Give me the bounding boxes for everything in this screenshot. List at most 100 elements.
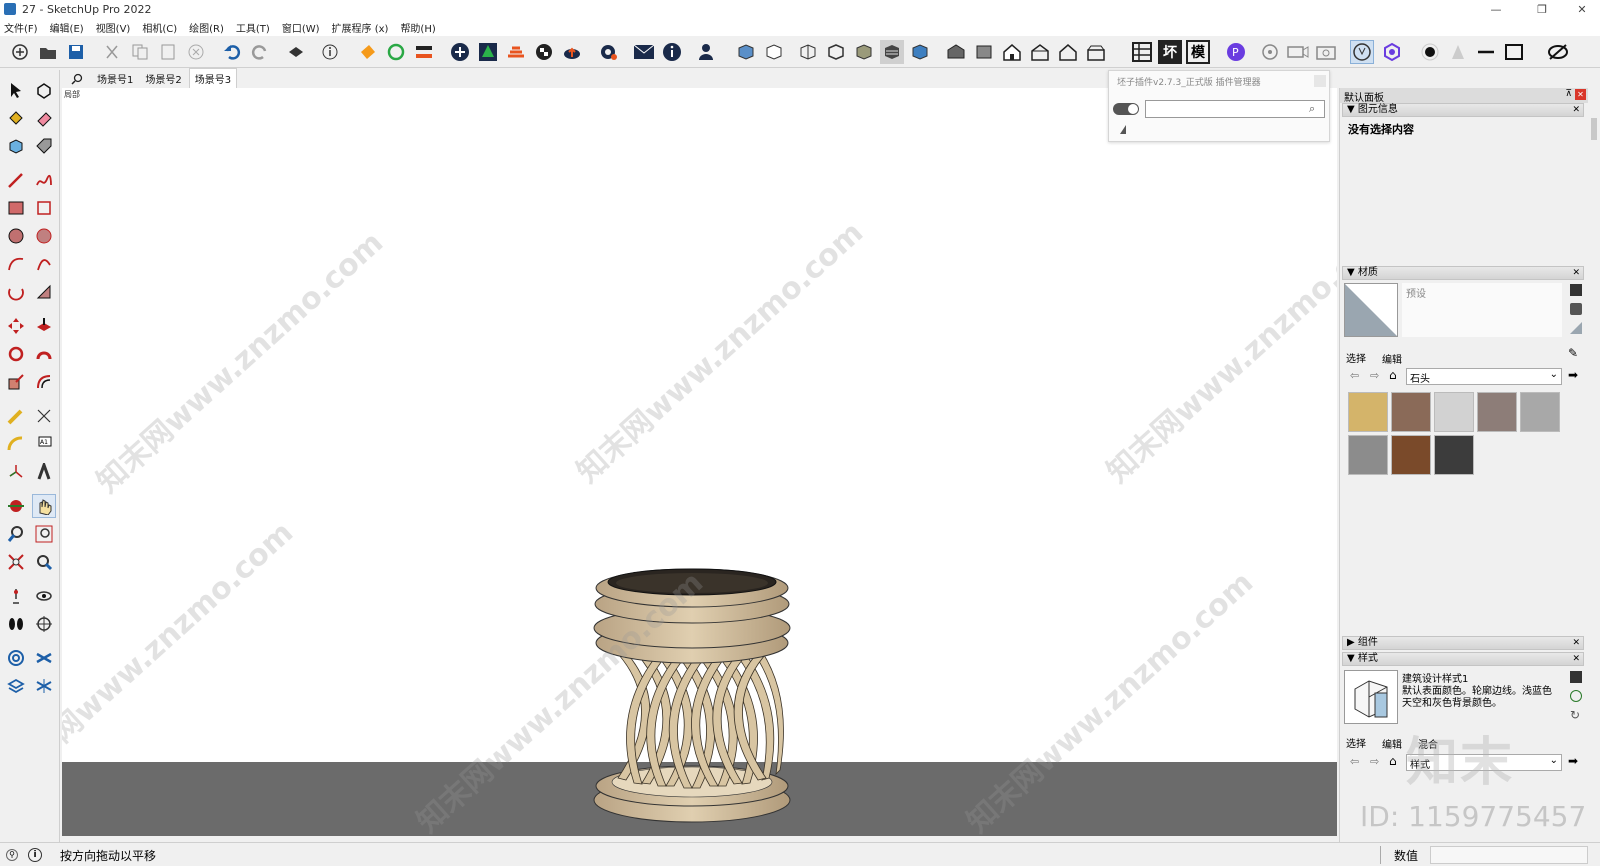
zoom-icon[interactable] [4,522,28,546]
cut-icon[interactable] [100,40,124,64]
two-point-arc-icon[interactable] [32,252,56,276]
tag-icon[interactable] [32,134,56,158]
section-plane-icon[interactable] [32,612,56,636]
scene-tab-1[interactable]: 场景号1 [92,69,138,88]
details-arrow-icon[interactable]: ➡ [1568,368,1578,382]
user-icon[interactable] [694,40,718,64]
p-plugin-icon[interactable]: P [1224,40,1248,64]
sandbox-icon[interactable] [4,646,28,670]
monochrome-style-icon[interactable] [908,40,932,64]
mail-icon[interactable] [632,40,656,64]
material-swatch[interactable] [1477,392,1517,432]
previous-view-icon[interactable] [32,550,56,574]
follow-me-icon[interactable] [32,342,56,366]
close-button[interactable]: ✕ [1562,0,1600,18]
xray-style-icon[interactable] [796,40,820,64]
entity-info-header[interactable]: ▼ 图元信息 ✕ [1342,103,1584,117]
iso-view-icon[interactable] [944,40,968,64]
table-grid-icon[interactable] [1130,40,1154,64]
materials-select-tab[interactable]: 选择 [1346,350,1366,365]
left-view-icon[interactable] [1084,40,1108,64]
hide-lights-icon[interactable] [1546,40,1570,64]
menu-help[interactable]: 帮助(H) [400,20,435,35]
axes-icon[interactable] [4,460,28,484]
position-camera-icon[interactable] [4,584,28,608]
component-box-icon[interactable] [4,134,28,158]
menu-file[interactable]: 文件(F) [4,20,38,35]
measurements-input[interactable] [1430,846,1588,864]
broken-model-button[interactable]: 坏 [1158,40,1182,64]
styles-header[interactable]: ▼ 样式 ✕ [1342,652,1584,666]
polygon-icon[interactable] [32,224,56,248]
top-view-icon[interactable] [972,40,996,64]
materials-header[interactable]: ▼ 材质 ✕ [1342,266,1584,280]
make-component-icon[interactable] [32,78,56,102]
maximize-button[interactable]: ❐ [1522,0,1562,18]
styles-edit-tab[interactable]: 编辑 [1382,736,1402,751]
zoom-extents-icon[interactable] [4,550,28,574]
search-icon[interactable] [62,70,92,88]
scene-tab-3[interactable]: 场景号3 [188,68,238,88]
search-icon[interactable]: ⌕ [1309,102,1327,116]
display-secondary-icon[interactable] [1570,284,1582,296]
material-swatch[interactable] [1520,392,1560,432]
material-swatch[interactable] [1391,435,1431,475]
text-tool-icon[interactable]: A1 [32,432,56,456]
model-button[interactable]: 模 [1186,40,1210,64]
three-point-arc-icon[interactable] [4,280,28,304]
offset-icon[interactable] [32,370,56,394]
arc-icon[interactable] [4,252,28,276]
transfer-arrows-icon[interactable] [412,40,436,64]
pin-icon[interactable]: ⊼ [1565,89,1572,99]
material-swatch[interactable] [1434,435,1474,475]
front-view-icon[interactable] [1000,40,1024,64]
rattan-stool-model[interactable] [582,538,802,828]
styles-select-tab[interactable]: 选择 [1346,735,1366,750]
close-icon[interactable]: ✕ [1572,104,1580,116]
back-arrow-icon[interactable]: ⇦ [1350,755,1359,768]
rectangle-icon[interactable] [4,196,28,220]
close-icon[interactable]: ✕ [1572,267,1580,279]
material-swatch[interactable] [1348,435,1388,475]
home-icon[interactable]: ⌂ [1389,754,1397,768]
undo-icon[interactable] [220,40,244,64]
scale-icon[interactable] [4,370,28,394]
zoom-window-icon[interactable] [32,522,56,546]
components-header[interactable]: ▶ 组件 ✕ [1342,636,1584,650]
reload-icon[interactable] [384,40,408,64]
eraser-icon[interactable] [32,106,56,130]
menu-view[interactable]: 视图(V) [96,20,131,35]
select-arrow-icon[interactable] [4,78,28,102]
create-style-icon[interactable] [1570,690,1582,702]
push-pull-icon[interactable] [32,314,56,338]
forward-arrow-icon[interactable]: ⇨ [1370,369,1379,382]
plugin-close-button[interactable] [1314,75,1326,87]
print-icon[interactable] [284,40,308,64]
settings-hex-icon[interactable] [1380,40,1404,64]
modeling-viewport[interactable]: 局部 知末网www.znzmo.com 知末网www.znzmo.com 知末网… [62,88,1337,836]
instructor-info-icon[interactable]: i [28,848,42,862]
drape-icon[interactable] [32,674,56,698]
redo-icon[interactable] [248,40,272,64]
material-library-select[interactable]: 石头 ⌄ [1406,368,1562,385]
back-arrow-icon[interactable]: ⇦ [1350,369,1359,382]
material-swatch[interactable] [1348,392,1388,432]
forward-arrow-icon[interactable]: ⇨ [1370,755,1379,768]
cone-light-icon[interactable] [1446,40,1470,64]
look-around-eye-icon[interactable] [32,584,56,608]
brush-icon[interactable] [1119,124,1127,134]
wireframe-style-icon[interactable] [824,40,848,64]
right-view-icon[interactable] [1028,40,1052,64]
back-view-icon[interactable] [1056,40,1080,64]
menu-window[interactable]: 窗口(W) [282,20,320,35]
rotated-rectangle-icon[interactable] [32,196,56,220]
menu-extensions[interactable]: 扩展程序 (x) [332,20,389,35]
paste-icon[interactable] [156,40,180,64]
dimension-icon[interactable] [32,404,56,428]
geo-location-icon[interactable]: ⚲ [6,849,18,861]
dot-light-icon[interactable] [1418,40,1442,64]
plugin-toggle-switch[interactable] [1113,103,1139,115]
tape-measure-icon[interactable] [4,404,28,428]
home-icon[interactable]: ⌂ [1389,368,1397,382]
tray-close-icon[interactable]: ✕ [1575,89,1586,100]
